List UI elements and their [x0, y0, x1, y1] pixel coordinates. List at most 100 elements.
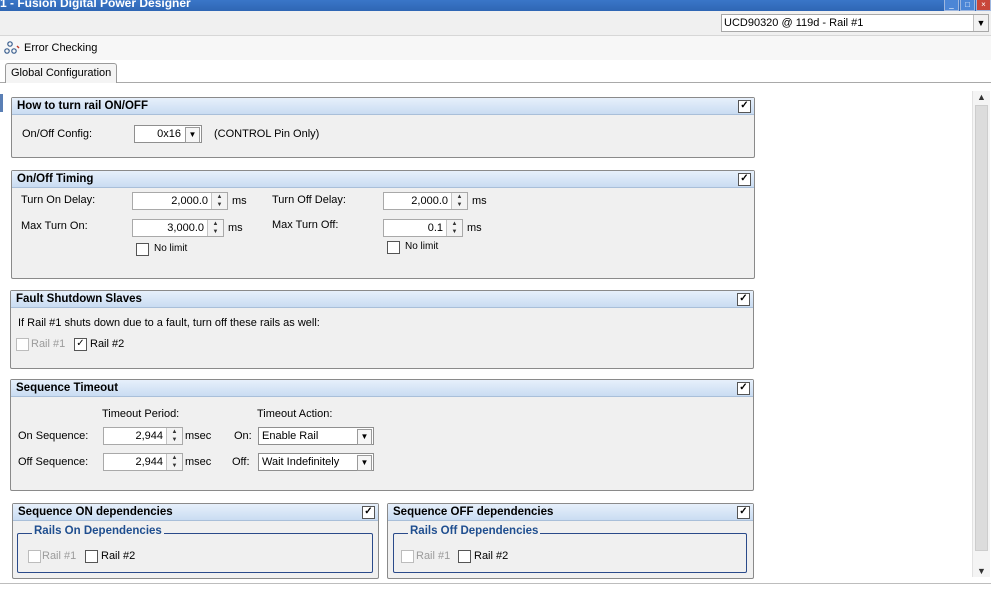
max-turn-on-value: 3,000.0	[167, 222, 204, 234]
on-action-value: Enable Rail	[262, 430, 319, 442]
fault-rail2-label: Rail #2	[90, 338, 125, 350]
spinner-arrows-icon[interactable]: ▲ ▼	[166, 428, 182, 444]
turn-off-delay-unit: ms	[472, 195, 487, 207]
device-selector-value: UCD90320 @ 119d - Rail #1	[724, 17, 864, 29]
on-sequence-unit: msec	[185, 430, 212, 442]
max-turn-on-unit: ms	[228, 222, 243, 234]
seq-on-panel-title: Sequence ON dependencies	[18, 506, 173, 518]
minimize-icon[interactable]: _	[944, 0, 959, 11]
onoff-config-select[interactable]: 0x16 ▼	[134, 125, 202, 143]
off-sequence-spinner[interactable]: 2,944 ▲ ▼	[103, 453, 183, 471]
close-icon[interactable]: ×	[976, 0, 991, 11]
onoff-config-value: 0x16	[157, 128, 181, 140]
fault-rail1-checkbox	[16, 338, 29, 351]
error-checking-icon	[4, 41, 20, 54]
spinner-arrows-icon[interactable]: ▲ ▼	[451, 193, 467, 209]
chevron-down-icon[interactable]: ▼	[357, 455, 372, 471]
chevron-down-icon[interactable]: ▼	[973, 15, 988, 31]
device-selector[interactable]: UCD90320 @ 119d - Rail #1 ▼	[721, 14, 989, 32]
turn-on-delay-spinner[interactable]: 2,000.0 ▲ ▼	[132, 192, 228, 210]
spinner-arrows-icon[interactable]: ▲ ▼	[211, 193, 227, 209]
timeout-panel-header: Sequence Timeout ✓	[11, 380, 753, 397]
seq-off-rail2-checkbox[interactable]	[458, 550, 471, 563]
seq-on-rail1-checkbox	[28, 550, 41, 563]
off-action-select[interactable]: Wait Indefinitely ▼	[258, 453, 374, 471]
max-turn-off-unit: ms	[467, 222, 482, 234]
fault-panel-checkbox[interactable]: ✓	[737, 293, 750, 306]
seq-on-panel: Sequence ON dependencies ✓ Rails On Depe…	[12, 503, 379, 579]
onoff-panel-header: How to turn rail ON/OFF ✓	[12, 98, 754, 115]
error-checking-button[interactable]: Error Checking	[4, 39, 97, 57]
max-turn-on-no-limit-checkbox[interactable]	[136, 243, 149, 256]
on-action-select[interactable]: Enable Rail ▼	[258, 427, 374, 445]
timeout-panel-checkbox[interactable]: ✓	[737, 382, 750, 395]
fault-rail2-checkbox[interactable]: ✓	[74, 338, 87, 351]
spinner-arrows-icon[interactable]: ▲ ▼	[207, 220, 223, 236]
turn-off-delay-label: Turn Off Delay:	[272, 194, 346, 206]
timing-panel-title: On/Off Timing	[17, 173, 94, 185]
scrollbar-thumb[interactable]	[975, 105, 988, 551]
seq-on-rail2-checkbox[interactable]	[85, 550, 98, 563]
turn-off-delay-value: 2,000.0	[411, 195, 448, 207]
onoff-config-description: (CONTROL Pin Only)	[214, 128, 320, 140]
seq-off-rail1-checkbox	[401, 550, 414, 563]
spinner-arrows-icon[interactable]: ▲ ▼	[446, 220, 462, 236]
seq-on-panel-header: Sequence ON dependencies ✓	[13, 504, 378, 521]
off-sequence-label: Off Sequence:	[18, 456, 89, 468]
max-turn-on-no-limit-label: No limit	[154, 243, 188, 254]
off-action-value: Wait Indefinitely	[262, 456, 340, 468]
rails-on-dependencies-title: Rails On Dependencies	[32, 525, 164, 537]
timeout-panel-title: Sequence Timeout	[16, 382, 119, 394]
vertical-scrollbar[interactable]: ▲ ▼	[972, 91, 990, 577]
max-turn-off-no-limit-checkbox[interactable]	[387, 241, 400, 254]
fault-panel-title: Fault Shutdown Slaves	[16, 293, 142, 305]
window-titlebar: 1 - Fusion Digital Power Designer _ □ ×	[0, 0, 991, 11]
restore-icon[interactable]: □	[960, 0, 975, 11]
seq-off-rail2-label: Rail #2	[474, 550, 509, 562]
on-sequence-spinner[interactable]: 2,944 ▲ ▼	[103, 427, 183, 445]
fault-rail1-label: Rail #1	[31, 338, 66, 350]
scroll-up-icon[interactable]: ▲	[973, 91, 990, 103]
max-turn-off-label: Max Turn Off:	[272, 219, 339, 231]
toolbar: Error Checking	[0, 36, 991, 60]
on-action-label: On:	[234, 430, 252, 442]
seq-off-panel: Sequence OFF dependencies ✓ Rails Off De…	[387, 503, 754, 579]
rails-off-dependencies-title: Rails Off Dependencies	[408, 525, 541, 537]
left-splitter[interactable]	[0, 94, 3, 112]
window-title: 1 - Fusion Digital Power Designer	[0, 0, 191, 10]
timing-panel: On/Off Timing ✓ Turn On Delay: 2,000.0 ▲…	[11, 170, 755, 279]
turn-on-delay-unit: ms	[232, 195, 247, 207]
fault-panel: Fault Shutdown Slaves ✓ If Rail #1 shuts…	[10, 290, 754, 369]
seq-on-panel-checkbox[interactable]: ✓	[362, 506, 375, 519]
fault-description: If Rail #1 shuts down due to a fault, tu…	[18, 317, 320, 329]
error-checking-label: Error Checking	[24, 42, 98, 54]
off-sequence-unit: msec	[185, 456, 212, 468]
max-turn-off-spinner[interactable]: 0.1 ▲ ▼	[383, 219, 463, 237]
timing-panel-checkbox[interactable]: ✓	[738, 173, 751, 186]
seq-off-panel-title: Sequence OFF dependencies	[393, 506, 554, 518]
spinner-arrows-icon[interactable]: ▲ ▼	[166, 454, 182, 470]
max-turn-off-value: 0.1	[427, 222, 443, 234]
max-turn-on-spinner[interactable]: 3,000.0 ▲ ▼	[132, 219, 224, 237]
onoff-panel-checkbox[interactable]: ✓	[738, 100, 751, 113]
scroll-down-icon[interactable]: ▼	[973, 565, 990, 577]
on-sequence-label: On Sequence:	[18, 430, 89, 442]
chevron-down-icon[interactable]: ▼	[185, 127, 200, 143]
seq-on-rail2-label: Rail #2	[101, 550, 136, 562]
seq-on-rail1-label: Rail #1	[42, 550, 77, 562]
rails-on-dependencies-group: Rails On Dependencies Rail #1 Rail #2	[17, 525, 373, 573]
timeout-period-header: Timeout Period:	[102, 408, 180, 420]
rails-off-dependencies-group: Rails Off Dependencies Rail #1 Rail #2	[393, 525, 747, 573]
tab-strip: Global Configuration	[0, 60, 991, 83]
seq-off-panel-checkbox[interactable]: ✓	[737, 506, 750, 519]
off-sequence-value: 2,944	[135, 456, 163, 468]
max-turn-on-label: Max Turn On:	[21, 220, 88, 232]
seq-off-rail1-label: Rail #1	[416, 550, 451, 562]
chevron-down-icon[interactable]: ▼	[357, 429, 372, 445]
off-action-label: Off:	[232, 456, 250, 468]
timing-panel-header: On/Off Timing ✓	[12, 171, 754, 188]
tab-global-configuration[interactable]: Global Configuration	[5, 63, 118, 83]
timeout-action-header: Timeout Action:	[257, 408, 333, 420]
turn-off-delay-spinner[interactable]: 2,000.0 ▲ ▼	[383, 192, 468, 210]
timeout-panel: Sequence Timeout ✓ Timeout Period: Timeo…	[10, 379, 754, 491]
